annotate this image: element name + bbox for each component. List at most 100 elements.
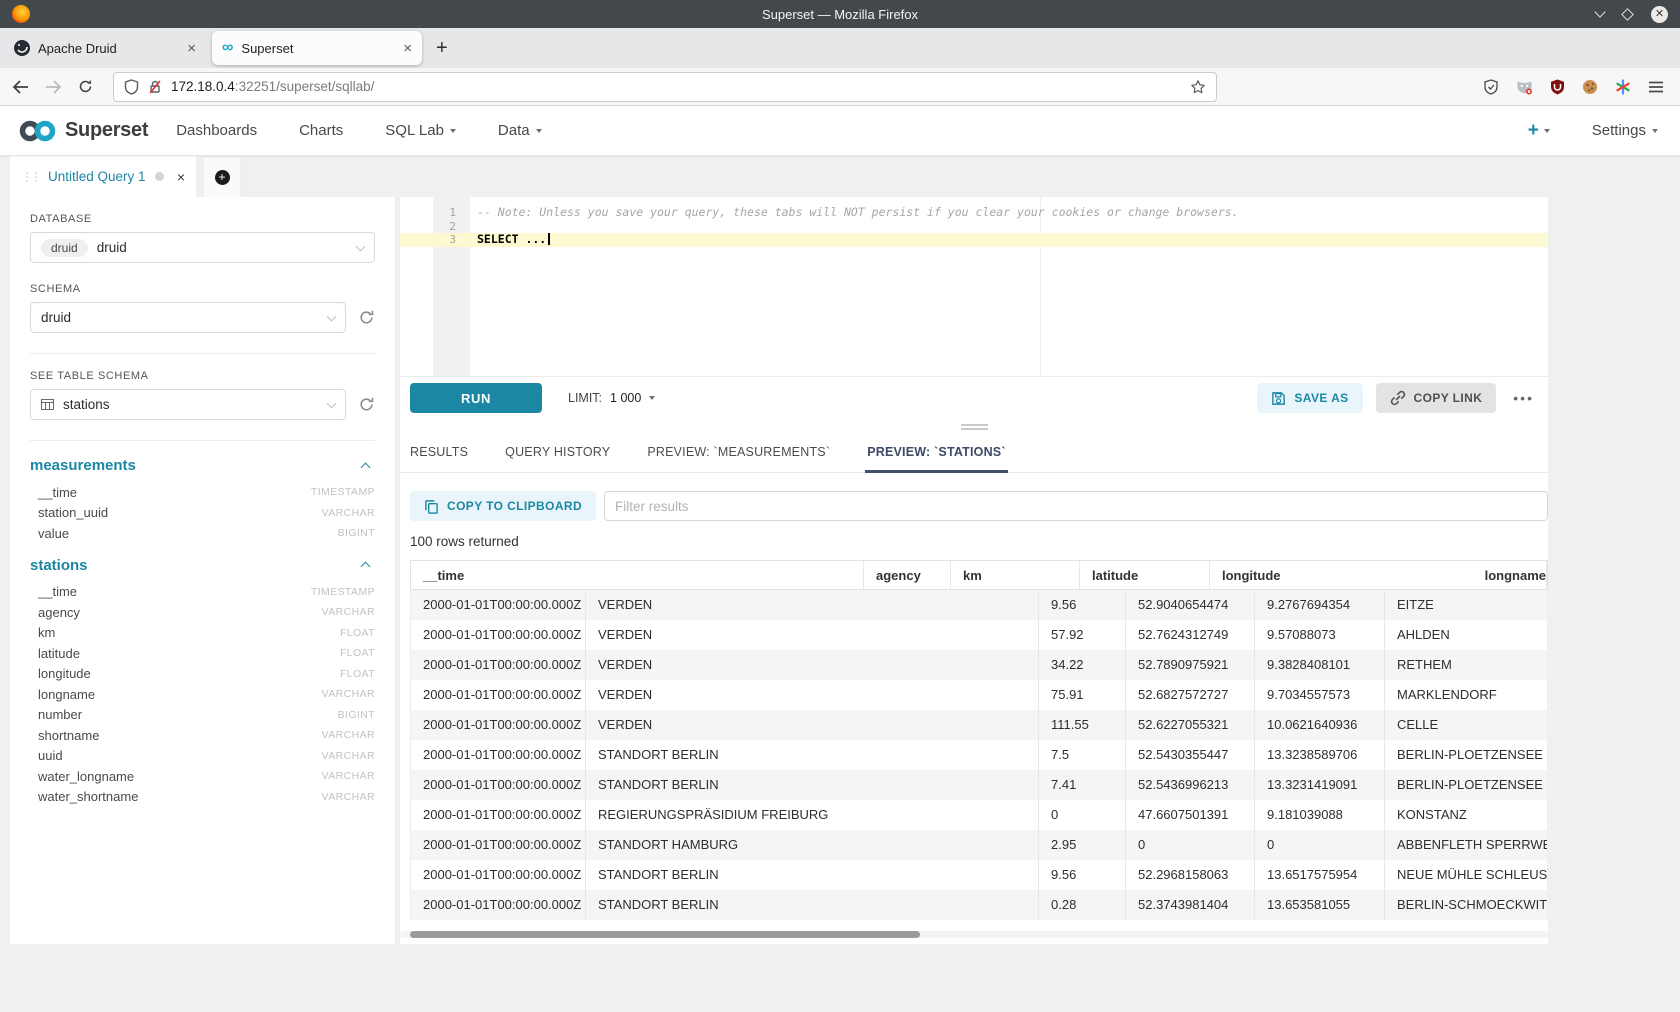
filter-results-input[interactable] — [604, 491, 1548, 521]
editor-active-line: 3 SELECT ... — [400, 233, 1548, 247]
chevron-down-icon — [1544, 129, 1550, 133]
table-value: stations — [63, 397, 110, 412]
browser-tab-apache-druid[interactable]: Apache Druid × — [4, 31, 206, 65]
new-query-tab-button[interactable]: + — [203, 156, 241, 197]
nav-menu-item[interactable]: Data — [498, 122, 542, 139]
column-header[interactable]: longitude — [1210, 561, 1473, 589]
cell-longname: ABBENFLETH SPERRWERK — [1385, 830, 1547, 860]
query-tab-active[interactable]: ⋮⋮ Untitled Query 1 × — [10, 156, 196, 197]
sql-comment: -- Note: Unless you save your query, the… — [477, 206, 1239, 220]
grip-line — [961, 424, 988, 426]
results-table-body: 2000-01-01T00:00:00.000Z VERDEN 9.56 52.… — [410, 590, 1548, 920]
new-tab-button[interactable]: + — [436, 37, 448, 60]
cell-agency: STANDORT BERLIN — [586, 740, 1039, 770]
column-header[interactable]: km — [951, 561, 1080, 589]
cell-time: 2000-01-01T00:00:00.000Z — [411, 680, 586, 710]
new-content-button[interactable]: + — [1528, 120, 1550, 142]
window-maximize-icon[interactable] — [1621, 8, 1634, 21]
database-select[interactable]: druid druid — [30, 232, 375, 263]
cell-longname: KONSTANZ — [1385, 800, 1547, 830]
firefox-logo-icon — [12, 5, 30, 23]
cell-latitude: 52.7624312749 — [1126, 620, 1255, 650]
table-schema-header[interactable]: measurements — [30, 457, 375, 474]
more-options-icon[interactable]: ••• — [1509, 390, 1538, 406]
cell-latitude: 52.5430355447 — [1126, 740, 1255, 770]
pane-resize-handle[interactable] — [400, 419, 1548, 435]
settings-menu[interactable]: Settings — [1592, 122, 1658, 139]
limit-dropdown[interactable]: LIMIT: 1 000 — [568, 391, 655, 405]
column-header[interactable]: latitude — [1080, 561, 1210, 589]
column-header[interactable]: __time — [411, 561, 864, 589]
chevron-down-icon — [356, 241, 366, 251]
results-tab[interactable]: RESULTS — [410, 445, 468, 472]
cell-km: 57.92 — [1039, 620, 1126, 650]
refresh-schema-icon[interactable] — [358, 309, 375, 326]
results-tab[interactable]: PREVIEW: `STATIONS` — [867, 445, 1006, 472]
cell-agency: STANDORT BERLIN — [586, 860, 1039, 890]
reload-button[interactable] — [78, 79, 93, 94]
scrollbar-thumb[interactable] — [410, 931, 920, 938]
url-host: 172.18.0.4 — [171, 79, 235, 94]
column-name: agency — [38, 605, 80, 620]
tab-close-icon[interactable]: × — [187, 40, 196, 57]
cell-longitude: 9.2767694354 — [1255, 590, 1385, 620]
chevron-down-icon — [649, 396, 655, 400]
cell-time: 2000-01-01T00:00:00.000Z — [411, 770, 586, 800]
superset-logo[interactable]: Superset — [18, 118, 148, 144]
results-tab[interactable]: QUERY HISTORY — [505, 445, 610, 472]
sql-editor[interactable]: 1 -- Note: Unless you save your query, t… — [400, 197, 1548, 377]
copy-to-clipboard-button[interactable]: COPY TO CLIPBOARD — [410, 491, 596, 521]
forward-button[interactable] — [45, 80, 62, 94]
window-minimize-icon[interactable] — [1594, 6, 1605, 17]
tab-close-icon[interactable]: × — [403, 40, 412, 57]
nav-menu-item[interactable]: Dashboards — [176, 122, 257, 139]
shield-check-extension-icon[interactable] — [1483, 79, 1499, 95]
column-name: km — [38, 625, 55, 640]
column-header[interactable]: agency — [864, 561, 951, 589]
chevron-up-icon[interactable] — [361, 562, 371, 572]
cell-agency: VERDEN — [586, 650, 1039, 680]
browser-tab-superset[interactable]: ∞ Superset × — [212, 31, 422, 65]
cell-agency: STANDORT BERLIN — [586, 890, 1039, 920]
copy-link-button[interactable]: COPY LINK — [1376, 383, 1497, 413]
cell-longname: BERLIN-PLOETZENSEE OP — [1385, 770, 1547, 800]
chevron-up-icon[interactable] — [361, 462, 371, 472]
table-select[interactable]: stations — [30, 389, 346, 420]
schema-select[interactable]: druid — [30, 302, 346, 333]
tracking-shield-icon[interactable] — [124, 79, 139, 95]
cookie-extension-icon[interactable] — [1582, 79, 1598, 95]
column-type: VARCHAR — [322, 791, 375, 803]
back-button[interactable] — [12, 80, 29, 94]
cell-km: 2.95 — [1039, 830, 1126, 860]
insecure-lock-icon[interactable] — [148, 79, 162, 95]
run-button[interactable]: RUN — [410, 383, 542, 413]
url-bar[interactable]: 172.18.0.4:32251/superset/sqllab/ — [113, 72, 1217, 102]
drag-handle-icon[interactable]: ⋮⋮ — [21, 170, 39, 184]
column-row: uuid VARCHAR — [30, 746, 375, 767]
schema-label: SCHEMA — [30, 283, 375, 295]
nav-menu-item[interactable]: Charts — [299, 122, 343, 139]
results-tab-label: PREVIEW: `MEASUREMENTS` — [647, 445, 830, 459]
mask-extension-icon[interactable] — [1516, 79, 1533, 95]
nav-item-label: Charts — [299, 122, 343, 139]
column-type: FLOAT — [340, 647, 375, 659]
save-as-button[interactable]: SAVE AS — [1257, 383, 1362, 413]
results-tab-label: RESULTS — [410, 445, 468, 459]
asterisk-extension-icon[interactable] — [1615, 79, 1631, 95]
table-schema-measurements: measurements __time TIMESTAMP stati — [30, 457, 375, 544]
line-number: 2 — [400, 220, 464, 234]
editor-line: 1 -- Note: Unless you save your query, t… — [400, 206, 1548, 220]
query-tab-close-icon[interactable]: × — [177, 169, 185, 185]
hamburger-menu-icon[interactable] — [1648, 80, 1664, 94]
bookmark-star-icon[interactable] — [1190, 79, 1206, 95]
cell-agency: VERDEN — [586, 620, 1039, 650]
column-row: agency VARCHAR — [30, 602, 375, 623]
table-schema-header[interactable]: stations — [30, 557, 375, 574]
results-tab[interactable]: PREVIEW: `MEASUREMENTS` — [647, 445, 830, 472]
sqllab-sidebar: DATABASE druid druid SCHEMA druid — [10, 197, 395, 944]
nav-menu-item[interactable]: SQL Lab — [385, 122, 456, 139]
refresh-tables-icon[interactable] — [358, 396, 375, 413]
column-header[interactable]: longname — [1473, 561, 1547, 589]
window-close-icon[interactable]: ✕ — [1651, 6, 1668, 23]
ublock-extension-icon[interactable] — [1550, 79, 1565, 95]
